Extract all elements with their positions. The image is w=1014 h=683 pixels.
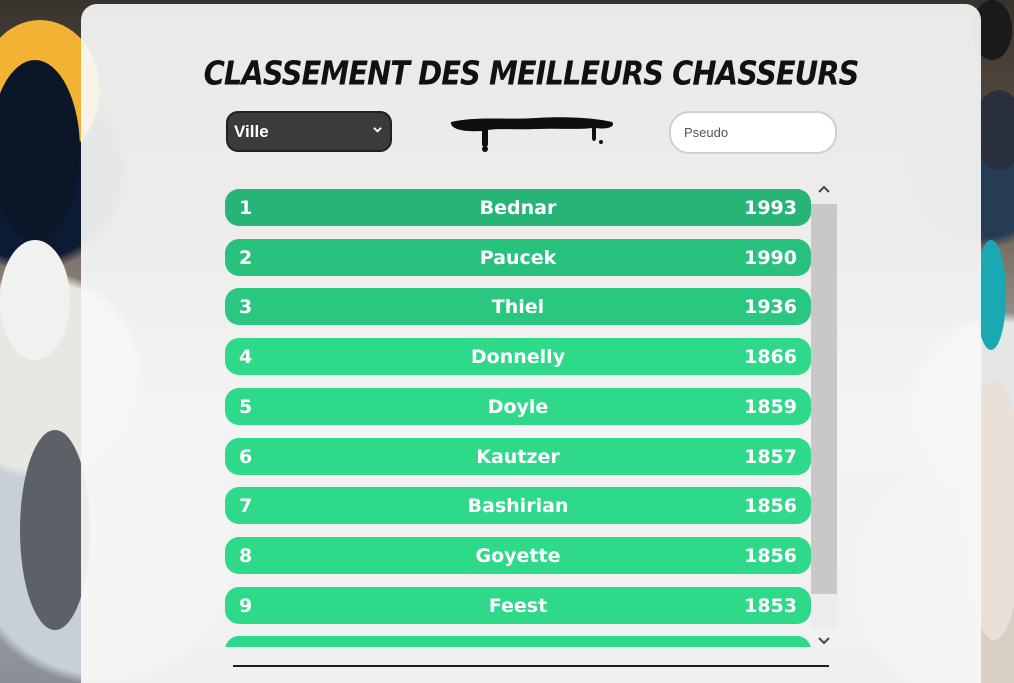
row-player-name: Bashirian (467, 495, 569, 518)
row-score: 1936 (744, 296, 797, 319)
chevron-down-icon (818, 637, 830, 645)
row-score: 1990 (744, 246, 797, 269)
leaderboard-row[interactable]: 6 Kautzer 1857 (225, 437, 811, 475)
leaderboard-row[interactable]: 7 Bashirian 1856 (225, 487, 811, 525)
row-player-name: Goyette (475, 544, 561, 567)
row-player-name: Thiel (491, 296, 545, 319)
bottom-divider (233, 665, 829, 667)
row-player-name: Kautzer (476, 445, 560, 468)
leaderboard-row[interactable]: 10K1836 (225, 636, 811, 647)
row-player-name: Paucek (479, 246, 557, 269)
city-select[interactable]: Ville (226, 111, 392, 152)
paint-drip-icon (450, 117, 614, 152)
chevron-down-icon (373, 127, 382, 133)
row-score: 1866 (744, 346, 797, 369)
row-score: 1853 (744, 594, 797, 617)
page-title: CLASSEMENT DES MEILLEURS CHASSEURS (203, 53, 860, 93)
row-score: 1859 (744, 395, 797, 418)
leaderboard-row[interactable]: 8 Goyette 1856 (225, 536, 811, 574)
city-select-value: Ville (234, 121, 269, 141)
leaderboard-row[interactable]: 5 Doyle 1859 (225, 387, 811, 425)
leaderboard-list[interactable]: 1 Bednar 1993 2 Paucek 1990 3 Thiel 1936 4 Donnell… (225, 185, 837, 647)
leaderboard-row[interactable]: 9 Feest 1853 (225, 586, 811, 624)
row-score: 1993 (744, 197, 797, 219)
leaderboard-row[interactable]: 1 Bednar 1993 (225, 189, 811, 226)
background-paint-splash (20, 430, 90, 630)
scrollbar-thumb[interactable] (811, 204, 837, 594)
scroll-up-button[interactable] (811, 180, 837, 198)
leaderboard-scrollbar[interactable] (811, 180, 837, 650)
row-score: 1856 (744, 495, 797, 518)
pseudo-search-input[interactable] (669, 111, 837, 154)
scroll-down-button[interactable] (811, 632, 837, 650)
row-score: 1857 (744, 445, 797, 468)
leaderboard-row[interactable]: 4 Donnelly 1866 (225, 338, 811, 376)
row-player-name: Doyle (487, 395, 549, 418)
background-paint-splash (0, 240, 70, 360)
leaderboard-row[interactable]: 3 Thiel 1936 (225, 288, 811, 326)
leaderboard-row[interactable]: 2 Paucek 1990 (225, 238, 811, 276)
row-player-name: K (225, 644, 811, 647)
leaderboard-panel: CLASSEMENT DES MEILLEURS CHASSEURS Ville… (81, 4, 981, 683)
chevron-up-icon (818, 185, 830, 193)
row-player-name: Feest (488, 594, 548, 617)
row-player-name: Bednar (479, 197, 557, 219)
row-score: 1856 (744, 544, 797, 567)
row-score: 1836 (744, 644, 797, 647)
row-player-name: Donnelly (470, 346, 566, 369)
